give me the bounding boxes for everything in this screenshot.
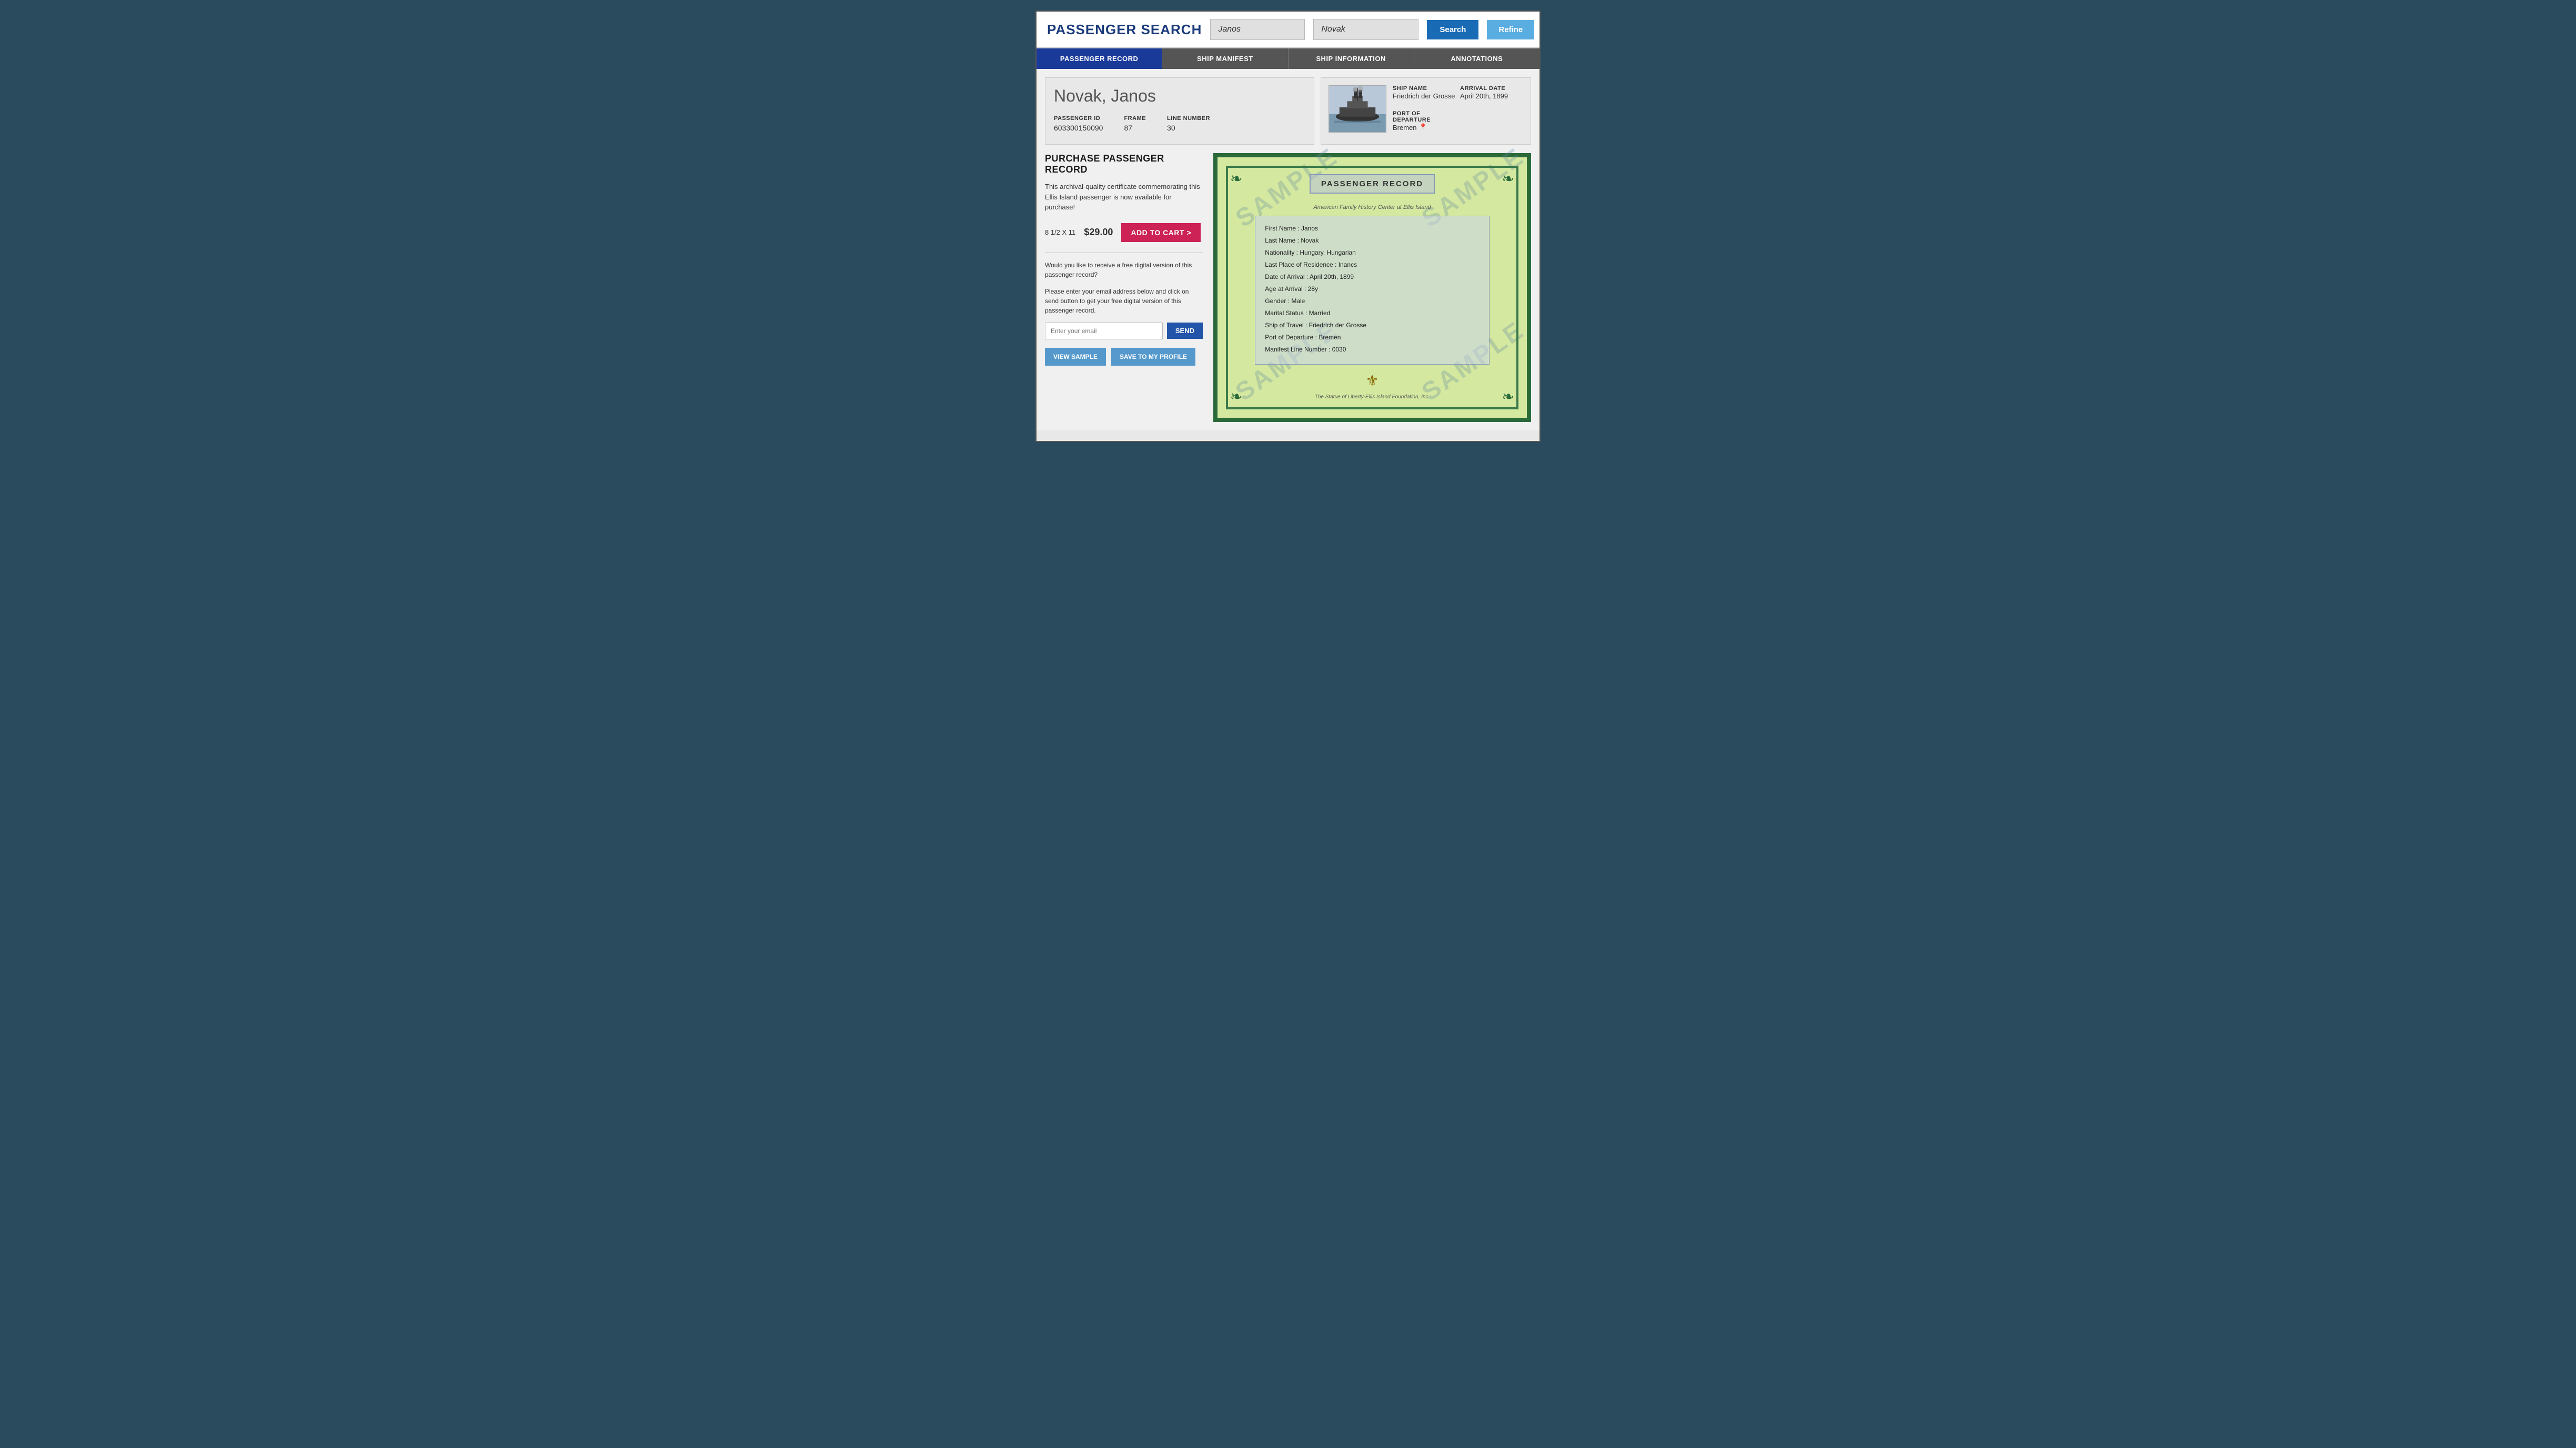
cert-field: Ship of Travel : Friedrich der Grosse: [1265, 320, 1479, 330]
certificate-border: ❧ ❧ ❧ ❧ PASSENGER RECORD American Family…: [1226, 166, 1518, 409]
cert-field: Port of Departure : Bremen: [1265, 333, 1479, 342]
passenger-id-label: PASSENGER ID: [1054, 115, 1103, 122]
cert-title-row: PASSENGER RECORD: [1234, 174, 1510, 199]
cert-field: Manifest Line Number : 0030: [1265, 345, 1479, 354]
arrival-date-block: ARRIVAL DATE April 20th, 1899: [1460, 85, 1523, 101]
arrival-date-label: ARRIVAL DATE: [1460, 85, 1523, 92]
cert-field: Last Name : Novak: [1265, 236, 1479, 245]
refine-button[interactable]: Refine: [1487, 20, 1534, 39]
frame-value: 87: [1124, 124, 1132, 132]
corner-br-icon: ❧: [1502, 388, 1514, 405]
line-number-field: LINE NUMBER 30: [1167, 115, 1210, 133]
port-departure-value: Bremen: [1393, 124, 1417, 132]
cert-field: Gender : Male: [1265, 296, 1479, 306]
cert-foundation-text: The Statue of Liberty-Ellis Island Found…: [1315, 394, 1430, 400]
arrival-date-value: April 20th, 1899: [1460, 92, 1508, 100]
digital-offer-title: Would you like to receive a free digital…: [1045, 260, 1203, 279]
purchase-left: PURCHASE PASSENGER RECORD This archival-…: [1045, 153, 1203, 422]
cert-field: Nationality : Hungary, Hungarian: [1265, 248, 1479, 257]
tab-passenger-record[interactable]: PASSENGER RECORD: [1037, 48, 1162, 69]
digital-offer-description: Please enter your email address below an…: [1045, 287, 1203, 315]
purchase-title: PURCHASE PASSENGER RECORD: [1045, 153, 1203, 175]
cert-inner-box: First Name : Janos Last Name : Novak Natio…: [1255, 216, 1489, 365]
email-row: SEND: [1045, 323, 1203, 339]
ship-name-label: SHIP NAME: [1393, 85, 1456, 92]
cert-seal-icon: ⚜: [1234, 372, 1510, 389]
line-number-value: 30: [1167, 124, 1175, 132]
email-input[interactable]: [1045, 323, 1163, 339]
cert-footer: ⚜ The Statue of Liberty-Ellis Island Fou…: [1234, 372, 1510, 401]
save-to-profile-button[interactable]: SAVE TO MY PROFILE: [1111, 348, 1195, 366]
corner-bl-icon: ❧: [1230, 388, 1242, 405]
tab-annotations[interactable]: ANNOTATIONS: [1414, 48, 1539, 69]
send-button[interactable]: SEND: [1167, 323, 1203, 339]
cert-title: PASSENGER RECORD: [1310, 174, 1435, 194]
cert-subtitle: American Family History Center at Ellis …: [1234, 204, 1510, 210]
cert-field: First Name : Janos: [1265, 224, 1479, 233]
ship-details: SHIP NAME Friedrich der Grosse ARRIVAL D…: [1393, 85, 1523, 137]
passenger-info-row: Novak, Janos PASSENGER ID 603300150090 F…: [1045, 77, 1531, 145]
passenger-id-value: 603300150090: [1054, 124, 1103, 132]
frame-field: FRAME 87: [1124, 115, 1146, 133]
frame-label: FRAME: [1124, 115, 1146, 122]
passenger-name: Novak, Janos: [1054, 86, 1305, 106]
tab-ship-information[interactable]: SHIP INFORMATION: [1289, 48, 1414, 69]
bottom-buttons: VIEW SAMPLE SAVE TO MY PROFILE: [1045, 348, 1203, 366]
purchase-price-row: 8 1/2 X 11 $29.00 ADD TO CART >: [1045, 223, 1203, 242]
view-sample-button[interactable]: VIEW SAMPLE: [1045, 348, 1106, 366]
purchase-description: This archival-quality certificate commem…: [1045, 182, 1203, 213]
cert-field: Date of Arrival : April 20th, 1899: [1265, 272, 1479, 281]
content-area: Novak, Janos PASSENGER ID 603300150090 F…: [1037, 69, 1539, 430]
tabs-nav: PASSENGER RECORD SHIP MANIFEST SHIP INFO…: [1037, 48, 1539, 69]
cert-field: Last Place of Residence : Inancs: [1265, 260, 1479, 269]
corner-tl-icon: ❧: [1230, 170, 1242, 187]
cert-field: Age at Arrival : 28y: [1265, 284, 1479, 294]
main-container: PASSENGER SEARCH Search Refine PASSENGER…: [1035, 11, 1541, 442]
ship-image: [1329, 85, 1386, 133]
purchase-section: PURCHASE PASSENGER RECORD This archival-…: [1045, 153, 1531, 422]
port-departure-block: PORT OF DEPARTURE Bremen 📍: [1393, 110, 1456, 132]
ship-info: SHIP NAME Friedrich der Grosse ARRIVAL D…: [1321, 77, 1531, 145]
certificate-container: SAMPLE SAMPLE SAMPLE SAMPLE ❧ ❧ ❧ ❧ PASS…: [1213, 153, 1531, 422]
price-label: $29.00: [1084, 227, 1113, 238]
port-departure-label: PORT OF DEPARTURE: [1393, 110, 1456, 123]
line-number-label: LINE NUMBER: [1167, 115, 1210, 122]
passenger-id-field: PASSENGER ID 603300150090: [1054, 115, 1103, 133]
search-lastname-input[interactable]: [1313, 19, 1418, 40]
search-button[interactable]: Search: [1427, 20, 1478, 39]
size-label: 8 1/2 X 11: [1045, 228, 1075, 236]
page-title: PASSENGER SEARCH: [1047, 22, 1202, 38]
search-firstname-input[interactable]: [1210, 19, 1305, 40]
cert-field: Marital Status : Married: [1265, 308, 1479, 318]
passenger-main-info: Novak, Janos PASSENGER ID 603300150090 F…: [1045, 77, 1314, 145]
ship-name-value: Friedrich der Grosse: [1393, 92, 1455, 100]
ship-name-block: SHIP NAME Friedrich der Grosse: [1393, 85, 1456, 101]
corner-tr-icon: ❧: [1502, 170, 1514, 187]
port-departure-row: Bremen 📍: [1393, 123, 1456, 132]
header: PASSENGER SEARCH Search Refine: [1037, 12, 1539, 48]
add-to-cart-button[interactable]: ADD TO CART >: [1121, 223, 1201, 242]
passenger-fields: PASSENGER ID 603300150090 FRAME 87 LINE …: [1054, 115, 1305, 133]
tab-ship-manifest[interactable]: SHIP MANIFEST: [1162, 48, 1288, 69]
location-pin-icon: 📍: [1419, 123, 1427, 132]
